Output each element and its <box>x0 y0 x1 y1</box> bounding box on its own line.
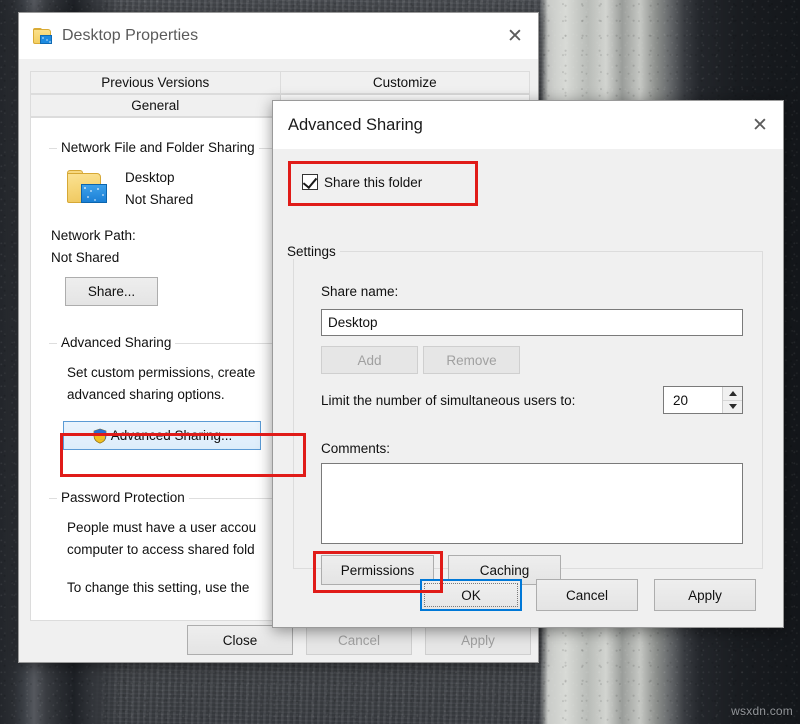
ok-button-label: OK <box>461 588 481 603</box>
limit-users-value[interactable]: 20 <box>664 387 722 413</box>
tab-customize[interactable]: Customize <box>280 71 531 94</box>
shared-folder-icon <box>33 28 53 45</box>
password-protection-line1: People must have a user accou <box>67 520 256 535</box>
watermark-text: wsxdn.com <box>731 704 793 718</box>
spinner-arrows <box>722 387 742 413</box>
password-protection-group-title: Password Protection <box>57 490 189 505</box>
close-button[interactable]: Close <box>187 625 293 655</box>
advanced-sharing-desc-line1: Set custom permissions, create <box>67 365 255 380</box>
advanced-sharing-dialog: Advanced Sharing ✕ Share this folder Set… <box>272 100 784 628</box>
caret-up-icon <box>729 391 737 396</box>
spinner-down-button[interactable] <box>723 401 742 414</box>
uac-shield-icon <box>92 428 108 444</box>
tab-row-top: Previous Versions Customize <box>30 71 529 94</box>
advanced-sharing-titlebar: Advanced Sharing ✕ <box>273 101 783 149</box>
advanced-sharing-desc-line2: advanced sharing options. <box>67 387 225 402</box>
remove-button: Remove <box>423 346 520 374</box>
settings-group-title: Settings <box>283 244 340 259</box>
share-this-folder-label: Share this folder <box>324 175 422 190</box>
limit-users-spinner[interactable]: 20 <box>663 386 743 414</box>
close-icon[interactable]: ✕ <box>492 13 538 59</box>
network-sharing-group-title: Network File and Folder Sharing <box>57 140 259 155</box>
tab-general[interactable]: General <box>30 94 281 117</box>
advanced-sharing-group-title: Advanced Sharing <box>57 335 175 350</box>
checkbox-checked-icon <box>302 174 318 190</box>
apply-button[interactable]: Apply <box>654 579 756 611</box>
cancel-button[interactable]: Cancel <box>536 579 638 611</box>
share-button[interactable]: Share... <box>65 277 158 306</box>
password-protection-line3: To change this setting, use the <box>67 580 249 595</box>
folder-name-label: Desktop <box>125 170 175 185</box>
network-path-label: Network Path: <box>51 228 136 243</box>
share-name-input[interactable]: Desktop <box>321 309 743 336</box>
share-this-folder-checkbox[interactable]: Share this folder <box>302 174 422 190</box>
limit-users-label: Limit the number of simultaneous users t… <box>321 393 575 408</box>
tab-previous-versions[interactable]: Previous Versions <box>30 71 281 94</box>
properties-titlebar: Desktop Properties ✕ <box>19 13 538 59</box>
properties-title: Desktop Properties <box>62 27 198 45</box>
add-button: Add <box>321 346 418 374</box>
spinner-up-button[interactable] <box>723 387 742 401</box>
ok-button[interactable]: OK <box>420 579 522 611</box>
advanced-sharing-dialog-title: Advanced Sharing <box>288 116 423 135</box>
password-protection-line2: computer to access shared fold <box>67 542 255 557</box>
cancel-button: Cancel <box>306 625 412 655</box>
apply-button: Apply <box>425 625 531 655</box>
advanced-sharing-button-bar: OK Cancel Apply <box>273 565 783 627</box>
network-path-value: Not Shared <box>51 250 119 265</box>
close-icon[interactable]: ✕ <box>737 102 783 148</box>
shared-folder-large-icon <box>67 170 109 206</box>
caret-down-icon <box>729 404 737 409</box>
advanced-sharing-body: Share this folder Settings Share name: D… <box>273 149 783 627</box>
folder-share-status: Not Shared <box>125 192 193 207</box>
comments-textarea[interactable] <box>321 463 743 544</box>
share-name-label: Share name: <box>321 284 398 299</box>
advanced-sharing-button-label: Advanced Sharing... <box>111 428 233 443</box>
advanced-sharing-button[interactable]: Advanced Sharing... <box>63 421 261 450</box>
comments-label: Comments: <box>321 441 390 456</box>
